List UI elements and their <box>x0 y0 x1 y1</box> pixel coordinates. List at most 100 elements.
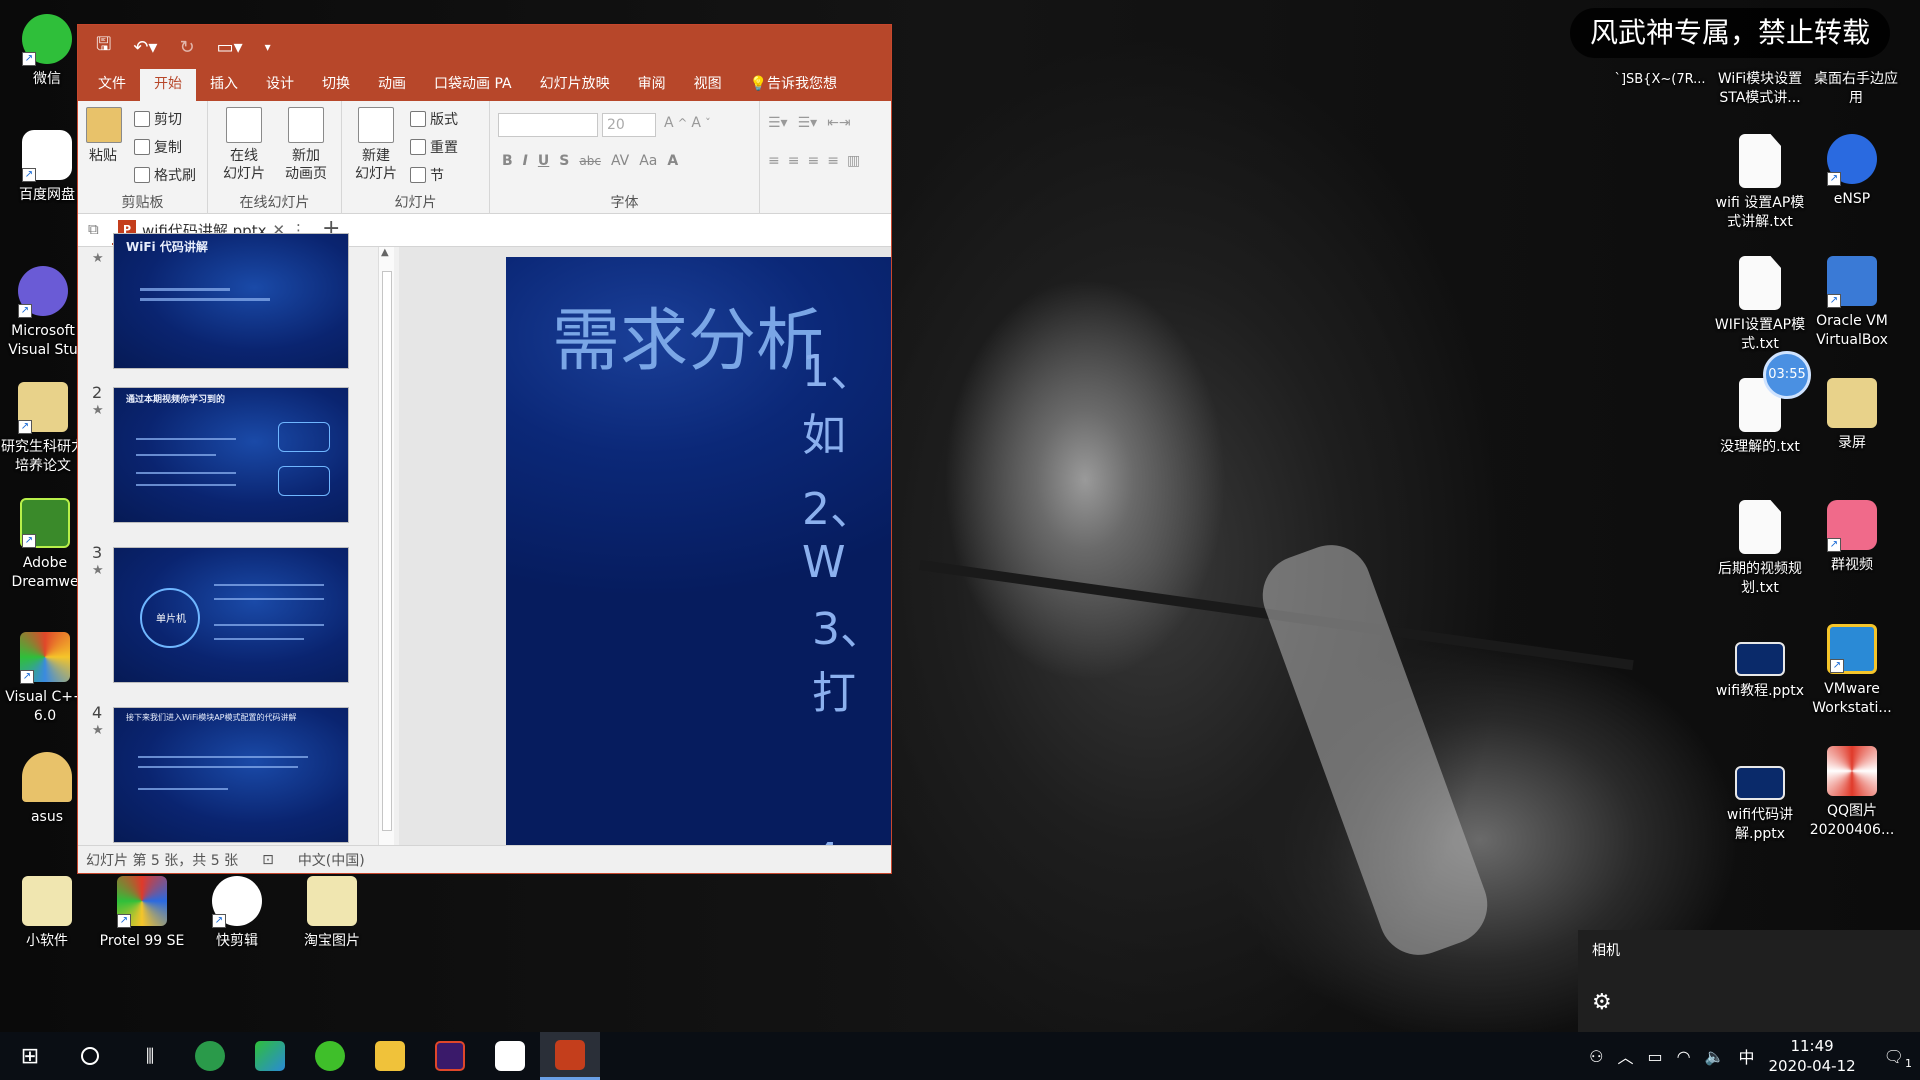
numbering-icon[interactable]: ☰▾ <box>798 115 818 131</box>
align-center-icon[interactable]: ≡ <box>788 153 800 169</box>
tab-view[interactable]: 视图 <box>680 69 736 101</box>
wifi-icon[interactable]: ◠ <box>1677 1047 1691 1066</box>
columns-icon[interactable]: ▥ <box>847 153 860 169</box>
desktop-icon-right-apps[interactable]: 桌面右手边应用 <box>1808 70 1904 108</box>
desktop-icon-vmware[interactable]: ↗ VMware Workstati... <box>1805 624 1899 718</box>
slide-editor-canvas[interactable]: 需求分析 1、如 2、W 3、打 4、打 <box>506 257 891 847</box>
new-slide-button[interactable]: 新建 幻灯片 <box>348 107 404 183</box>
customize-toolbar-icon[interactable]: ▾ <box>265 40 271 54</box>
tell-me-search[interactable]: 💡告诉我您想 <box>736 69 851 101</box>
slideshow-from-start-icon[interactable]: ▭▾ <box>217 37 243 58</box>
start-button[interactable]: ⊞ <box>0 1032 60 1080</box>
tab-design[interactable]: 设计 <box>252 69 308 101</box>
slide-title[interactable]: 需求分析 <box>552 285 824 384</box>
volume-icon[interactable]: 🔈 <box>1705 1047 1725 1066</box>
slide-thumbnail-4[interactable]: 接下来我们进入WiFi模块AP模式配置的代码讲解 <box>113 707 349 843</box>
desktop-icon-wifi-sta[interactable]: WiFi模块设置STA模式讲... <box>1712 70 1808 108</box>
scrollbar-thumb[interactable] <box>382 271 392 831</box>
scroll-up-icon[interactable]: ▲ <box>381 247 389 258</box>
show-hidden-icons[interactable]: ︿ <box>1617 1044 1633 1068</box>
action-center-button[interactable]: 🗨 1 <box>1884 1047 1912 1070</box>
align-left-icon[interactable]: ≡ <box>768 153 780 169</box>
desktop-icon-wifi-ap-txt[interactable]: wifi 设置AP模式讲解.txt <box>1710 134 1810 232</box>
task-view-button[interactable]: ⫼ <box>120 1032 180 1080</box>
timer-bubble[interactable]: 03:55 <box>1763 351 1811 399</box>
desktop-icon-group-video[interactable]: ↗ 群视频 <box>1805 500 1899 575</box>
font-grow-button[interactable]: A ^ Aˇ <box>664 115 711 131</box>
desktop-icon-wifi-tutorial-pptx[interactable]: wifi教程.pptx <box>1710 630 1810 701</box>
font-size-select[interactable]: 20 <box>602 113 656 137</box>
thumbnail-scrollbar[interactable]: ▲ <box>378 247 394 847</box>
cut-button[interactable]: 剪切 <box>134 109 182 129</box>
desktop-icon-qq-picture[interactable]: QQ图片20200406... <box>1805 746 1899 840</box>
indent-icon[interactable]: ⇤⇥ <box>827 115 850 131</box>
slide-thumbnail-2[interactable]: 通过本期视频你学习到的 <box>113 387 349 523</box>
cortana-button[interactable] <box>60 1032 120 1080</box>
tab-insert[interactable]: 插入 <box>196 69 252 101</box>
slide-bullet-2[interactable]: 2、W <box>802 473 891 588</box>
tab-home[interactable]: 开始 <box>140 69 196 101</box>
tab-file[interactable]: 文件 <box>84 69 140 101</box>
format-painter-button[interactable]: 格式刷 <box>134 165 196 185</box>
reset-button[interactable]: 重置 <box>410 137 458 157</box>
section-button[interactable]: 节 <box>410 165 444 185</box>
tab-list-icon[interactable]: ⧉ <box>88 220 99 238</box>
desktop-icon-kuaijianji[interactable]: ↗ 快剪辑 <box>190 876 284 951</box>
tab-pocket-animation[interactable]: 口袋动画 PA <box>420 69 526 101</box>
tab-review[interactable]: 审阅 <box>624 69 680 101</box>
desktop-icon-screen-record[interactable]: 录屏 <box>1805 378 1899 453</box>
change-case-button[interactable]: Aa <box>639 153 657 169</box>
layout-button[interactable]: 版式 <box>410 109 458 129</box>
settings-gear-icon[interactable]: ⚙ <box>1592 990 1612 1015</box>
taskbar-file-explorer[interactable] <box>360 1032 420 1080</box>
justify-icon[interactable]: ≡ <box>827 153 839 169</box>
ime-indicator[interactable]: 中 <box>1738 1044 1754 1068</box>
tab-animations[interactable]: 动画 <box>364 69 420 101</box>
desktop-icon-virtualbox[interactable]: ↗ Oracle VM VirtualBox <box>1805 256 1899 350</box>
taskbar-app-4[interactable] <box>420 1032 480 1080</box>
desktop-icon-video-plan-txt[interactable]: 后期的视频规划.txt <box>1710 500 1810 598</box>
battery-icon[interactable]: ▭ <box>1647 1047 1662 1066</box>
slide-bullet-3[interactable]: 3、打 <box>812 593 891 721</box>
people-icon[interactable]: ⚇ <box>1589 1047 1603 1066</box>
font-family-select[interactable] <box>498 113 598 137</box>
powerpoint-window[interactable]: 🖫 ↶▾ ↻ ▭▾ ▾ 文件 开始 插入 设计 切换 动画 口袋动画 PA 幻灯… <box>77 24 892 874</box>
tab-slideshow[interactable]: 幻灯片放映 <box>526 69 624 101</box>
strikethrough-button[interactable]: abc <box>579 154 601 168</box>
taskbar-camera[interactable] <box>480 1032 540 1080</box>
desktop-icon-protel[interactable]: ↗ Protel 99 SE <box>95 876 189 951</box>
desktop-icon-taobao-pictures[interactable]: 淘宝图片 <box>285 876 379 951</box>
slide-bullet-1[interactable]: 1、如 <box>802 335 891 463</box>
redo-icon[interactable]: ↻ <box>179 37 194 58</box>
undo-icon[interactable]: ↶▾ <box>133 37 157 58</box>
font-color-button[interactable]: A <box>667 153 678 169</box>
slide-thumbnail-3[interactable]: 单片机 <box>113 547 349 683</box>
taskbar-app-1[interactable] <box>180 1032 240 1080</box>
char-spacing-button[interactable]: AV <box>611 153 629 169</box>
italic-button[interactable]: I <box>523 153 528 169</box>
bullets-icon[interactable]: ☰▾ <box>768 115 788 131</box>
align-right-icon[interactable]: ≡ <box>807 153 819 169</box>
desktop-icon-small-software[interactable]: 小软件 <box>0 876 94 951</box>
camera-panel[interactable]: 相机 ⚙ <box>1578 930 1920 1032</box>
desktop-icon-wifi-ap-mode-txt[interactable]: WIFI设置AP模式.txt <box>1710 256 1810 354</box>
status-language[interactable]: 中文(中国) <box>298 850 365 870</box>
taskbar-app-3[interactable] <box>300 1032 360 1080</box>
desktop-icon-sbx[interactable]: `]SB{X~(7R... <box>1608 70 1712 89</box>
bold-button[interactable]: B <box>502 153 513 169</box>
tab-transitions[interactable]: 切换 <box>308 69 364 101</box>
slide-thumbnail-1[interactable]: WiFi 代码讲解 <box>113 233 349 369</box>
paste-button[interactable]: 粘贴 <box>86 107 122 165</box>
desktop-icon-ensp[interactable]: ↗ eNSP <box>1805 134 1899 209</box>
taskbar-app-2[interactable] <box>240 1032 300 1080</box>
desktop-icon-wifi-code-pptx[interactable]: wifi代码讲解.pptx <box>1704 754 1816 844</box>
copy-button[interactable]: 复制 <box>134 137 182 157</box>
online-slide-button[interactable]: 在线 幻灯片 <box>216 107 272 183</box>
taskbar-powerpoint[interactable] <box>540 1032 600 1080</box>
shadow-button[interactable]: S <box>559 153 569 169</box>
align-buttons[interactable]: ≡ ≡ ≡ ≡ ▥ <box>768 153 860 169</box>
new-animation-page-button[interactable]: 新加 动画页 <box>278 107 334 183</box>
notes-icon[interactable]: ⊡ <box>262 852 274 868</box>
underline-button[interactable]: U <box>538 153 549 169</box>
slide-bullet-4[interactable]: 4、打 <box>812 823 891 847</box>
